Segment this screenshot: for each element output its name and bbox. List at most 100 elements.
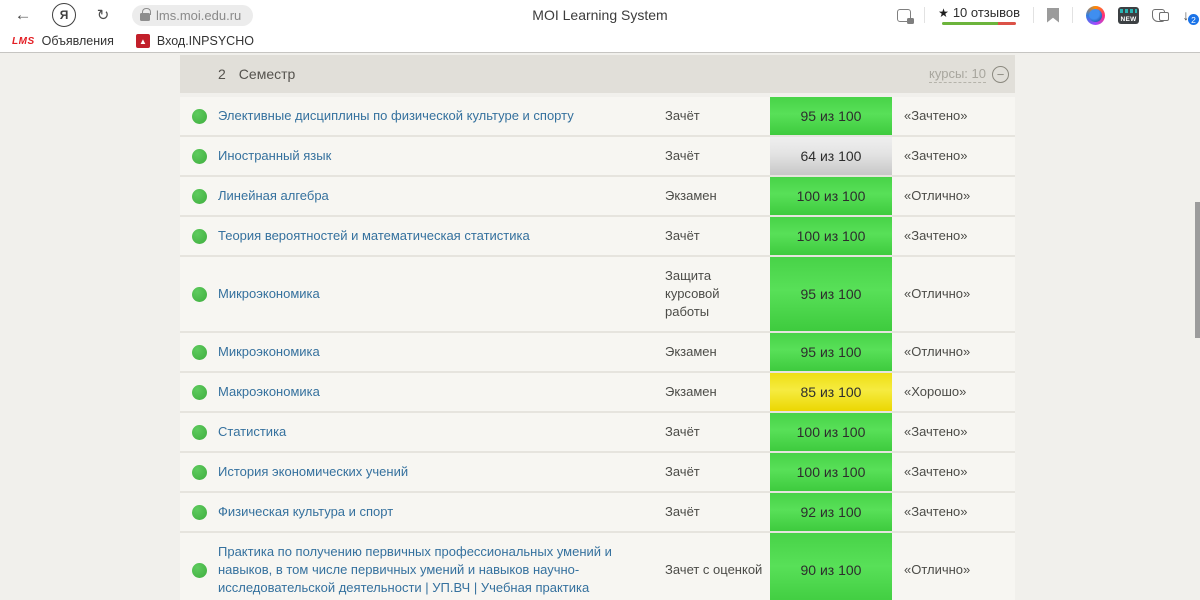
course-row: Линейная алгебра Экзамен 100 из 100 «Отл… xyxy=(180,177,1015,217)
protect-icon[interactable] xyxy=(897,8,915,24)
score-badge: 100 из 100 xyxy=(770,177,892,215)
side-panels-icon[interactable] xyxy=(1152,8,1169,22)
assessment-type: Зачет с оценкой xyxy=(665,562,763,577)
assessment-type: Зачёт xyxy=(665,504,700,519)
score-badge: 95 из 100 xyxy=(770,97,892,135)
course-link[interactable]: Микроэкономика xyxy=(218,275,658,313)
extension-icon[interactable] xyxy=(1086,5,1105,25)
semester-number: 2 xyxy=(218,66,226,82)
assessment-type: Зачёт xyxy=(665,228,700,243)
status-dot-icon xyxy=(191,504,207,520)
downloads-button[interactable]: ↓ 2 xyxy=(1178,6,1200,26)
score-badge: 100 из 100 xyxy=(770,413,892,451)
status-cell xyxy=(180,424,218,440)
status-dot-icon xyxy=(191,148,207,164)
lms-favicon: LMS xyxy=(12,35,35,47)
grades-table: Элективные дисциплины по физической куль… xyxy=(180,97,1015,600)
course-row: Физическая культура и спорт Зачёт 92 из … xyxy=(180,493,1015,533)
bookmark-flag-icon[interactable] xyxy=(1047,7,1059,23)
grade-text: «Отлично» xyxy=(904,286,971,301)
site-reviews-button[interactable]: ★ 10 отзывов xyxy=(938,5,1020,25)
status-cell xyxy=(180,504,218,520)
status-dot-icon xyxy=(191,344,207,360)
score-badge: 90 из 100 xyxy=(770,533,892,600)
course-row: Микроэкономика Защита курсовой работы 95… xyxy=(180,257,1015,333)
lms-page: 2 Семестр курсы: 10 − Элективные дисципл… xyxy=(0,53,1200,600)
video-new-icon[interactable]: NEW xyxy=(1118,6,1139,24)
course-link[interactable]: Макроэкономика xyxy=(218,373,658,411)
assessment-type: Экзамен xyxy=(665,344,717,359)
status-cell xyxy=(180,188,218,204)
browser-window: ← Я ↻ lms.moi.edu.ru MOI Learning System… xyxy=(0,0,1200,600)
course-row: История экономических учений Зачёт 100 и… xyxy=(180,453,1015,493)
status-dot-icon xyxy=(191,228,207,244)
course-row: Макроэкономика Экзамен 85 из 100 «Хорошо… xyxy=(180,373,1015,413)
emblem-icon: ▲ xyxy=(138,36,147,46)
yandex-icon: Я xyxy=(59,8,69,22)
status-cell xyxy=(180,464,218,480)
inpsycho-favicon: ▲ xyxy=(135,34,150,48)
course-row: Элективные дисциплины по физической куль… xyxy=(180,97,1015,137)
score-badge: 64 из 100 xyxy=(770,137,892,175)
grade-text: «Отлично» xyxy=(904,562,971,577)
status-dot-icon xyxy=(191,562,207,578)
course-link[interactable]: Иностранный язык xyxy=(218,137,658,175)
course-row: Практика по получению первичных професси… xyxy=(180,533,1015,600)
course-link[interactable]: Статистика xyxy=(218,413,658,451)
address-bar[interactable]: lms.moi.edu.ru xyxy=(132,4,254,26)
course-row: Микроэкономика Экзамен 95 из 100 «Отличн… xyxy=(180,333,1015,373)
status-cell xyxy=(180,286,218,302)
score-badge: 95 из 100 xyxy=(770,333,892,371)
course-link[interactable]: Элективные дисциплины по физической куль… xyxy=(218,97,658,135)
status-cell xyxy=(180,148,218,164)
course-link[interactable]: Линейная алгебра xyxy=(218,177,658,215)
status-dot-icon xyxy=(191,424,207,440)
course-row: Статистика Зачёт 100 из 100 «Зачтено» xyxy=(180,413,1015,453)
course-link[interactable]: Практика по получению первичных професси… xyxy=(218,533,658,600)
score-badge: 92 из 100 xyxy=(770,493,892,531)
grade-text: «Зачтено» xyxy=(904,424,968,439)
refresh-icon: ↻ xyxy=(96,7,110,24)
reviews-count: 10 отзывов xyxy=(952,5,1020,20)
toolbar-separator xyxy=(1072,7,1073,23)
score-badge: 100 из 100 xyxy=(770,453,892,491)
ratio-negative xyxy=(998,22,1017,25)
yandex-home-button[interactable]: Я xyxy=(52,3,76,27)
status-dot-icon xyxy=(191,464,207,480)
downloads-badge: 2 xyxy=(1187,13,1200,26)
grade-text: «Зачтено» xyxy=(904,108,968,123)
status-dot-icon xyxy=(191,286,207,302)
course-link[interactable]: Теория вероятностей и математическая ста… xyxy=(218,217,658,255)
toolbar-separator xyxy=(924,7,926,23)
score-badge: 85 из 100 xyxy=(770,373,892,411)
refresh-button[interactable]: ↻ xyxy=(90,2,116,28)
bookmarks-bar: LMS Объявления ▲ Вход.INPSYCHO xyxy=(0,30,1200,52)
courses-count-link[interactable]: курсы: 10 xyxy=(929,66,986,83)
grade-text: «Зачтено» xyxy=(904,228,968,243)
new-badge-text: NEW xyxy=(1120,15,1137,23)
course-link[interactable]: Микроэкономика xyxy=(218,333,658,371)
course-link[interactable]: Физическая культура и спорт xyxy=(218,493,658,531)
grade-text: «Хорошо» xyxy=(904,384,967,399)
status-cell xyxy=(180,344,218,360)
url-text: lms.moi.edu.ru xyxy=(156,7,242,23)
lock-icon[interactable] xyxy=(140,8,151,21)
bookmark-item-inpsycho[interactable]: ▲ Вход.INPSYCHO xyxy=(135,34,254,48)
course-row: Теория вероятностей и математическая ста… xyxy=(180,217,1015,257)
status-dot-icon xyxy=(191,188,207,204)
scrollbar-thumb[interactable] xyxy=(1195,202,1200,338)
status-dot-icon xyxy=(191,108,207,124)
assessment-type: Зачёт xyxy=(665,108,700,123)
semester-label: Семестр xyxy=(238,66,296,82)
collapse-semester-button[interactable]: − xyxy=(992,65,1009,83)
assessment-type: Экзамен xyxy=(665,188,717,203)
back-button[interactable]: ← xyxy=(10,2,36,28)
star-icon: ★ xyxy=(938,5,949,20)
course-row: Иностранный язык Зачёт 64 из 100 «Зачтен… xyxy=(180,137,1015,177)
reviews-ratio-bar xyxy=(942,22,1017,25)
assessment-type: Зачёт xyxy=(665,148,700,163)
bookmark-item-announcements[interactable]: LMS Объявления xyxy=(12,34,114,48)
score-badge: 95 из 100 xyxy=(770,257,892,331)
back-icon: ← xyxy=(14,5,32,24)
course-link[interactable]: История экономических учений xyxy=(218,453,658,491)
